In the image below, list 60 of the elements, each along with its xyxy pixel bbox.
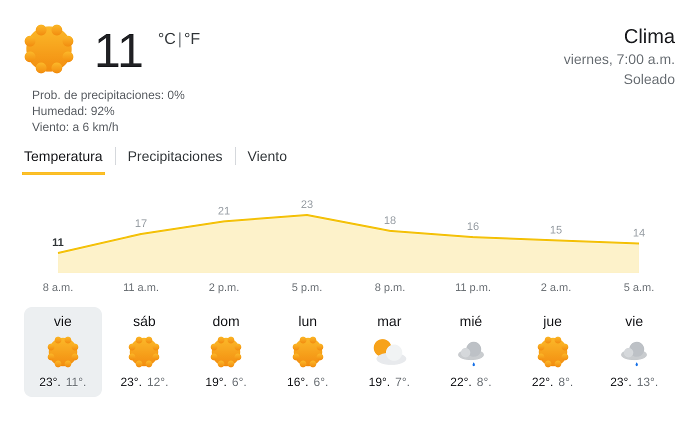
time-label: 8 p.m.: [374, 282, 406, 294]
day-name: jue: [543, 313, 562, 329]
weather-detail: Humedad: 92%: [32, 103, 116, 119]
celsius-unit[interactable]: °C: [158, 31, 176, 49]
low-temperature: 6°.: [232, 375, 247, 389]
time-label: 8 a.m.: [42, 282, 74, 294]
temperature-label: 17: [134, 218, 148, 230]
time-label: 5 a.m.: [624, 282, 654, 294]
tab[interactable]: Precipitaciones: [126, 148, 225, 174]
fahrenheit-unit[interactable]: °F: [184, 31, 200, 49]
temperature-label: 14: [632, 228, 646, 240]
weather-detail: Prob. de precipitaciones: 0%: [32, 87, 186, 103]
time-label: 2 a.m.: [540, 282, 572, 294]
time-label: 5 p.m.: [292, 282, 322, 294]
time-label: 11 a.m.: [123, 282, 159, 294]
low-temperature: 6°.: [314, 375, 328, 389]
high-temperature: 23°.: [120, 375, 142, 389]
high-temperature: 19°.: [368, 375, 390, 389]
low-temperature: 8°.: [558, 375, 574, 389]
high-temperature: 23°.: [39, 375, 61, 389]
day-name: vie: [625, 313, 644, 329]
time-label: 2 p.m.: [208, 282, 240, 294]
high-temperature: 22°.: [450, 375, 472, 389]
day-name: dom: [212, 313, 240, 329]
current-temperature: 11: [94, 24, 144, 80]
sun-icon: [22, 22, 76, 76]
low-temperature: 7°.: [395, 375, 410, 389]
tab[interactable]: Viento: [246, 148, 289, 174]
date-time: viernes, 7:00 a.m.: [564, 50, 675, 69]
temperature-label: 11: [52, 237, 64, 249]
time-label: 11 p.m.: [455, 282, 491, 294]
high-temperature: 19°.: [205, 375, 227, 389]
temperature-label: 21: [218, 205, 230, 218]
unit-separator: |: [178, 31, 182, 49]
high-temperature: 22°.: [532, 375, 554, 389]
day-name: sáb: [133, 313, 156, 329]
sun-icon: [536, 335, 570, 369]
day-name: lun: [298, 313, 318, 329]
low-temperature: 8°.: [476, 375, 492, 389]
low-temperature: 11°.: [66, 375, 86, 389]
temperature-label: 18: [384, 214, 396, 227]
high-temperature: 16°.: [287, 375, 309, 389]
temperature-label: 15: [550, 224, 562, 236]
widget-title: Clima: [624, 25, 675, 49]
condition-text: Soleado: [624, 70, 675, 89]
low-temperature: 12°.: [146, 375, 168, 389]
temperature-label: 16: [466, 221, 480, 234]
day-name: mar: [377, 313, 402, 329]
sun-icon: [209, 335, 244, 369]
day-forecast[interactable]: vie 23°. 11°.: [24, 307, 102, 397]
day-name: vie: [54, 313, 72, 329]
high-temperature: 23°.: [610, 375, 632, 389]
sun-icon: [290, 335, 325, 369]
temperature-label: 23: [300, 199, 314, 211]
weather-detail: Viento: a 6 km/h: [32, 119, 120, 135]
sun-icon: [127, 335, 162, 369]
low-temperature: 13°.: [636, 375, 658, 389]
day-name: mié: [460, 313, 482, 329]
tab[interactable]: Temperatura: [22, 148, 105, 174]
sun-icon: [46, 335, 80, 369]
